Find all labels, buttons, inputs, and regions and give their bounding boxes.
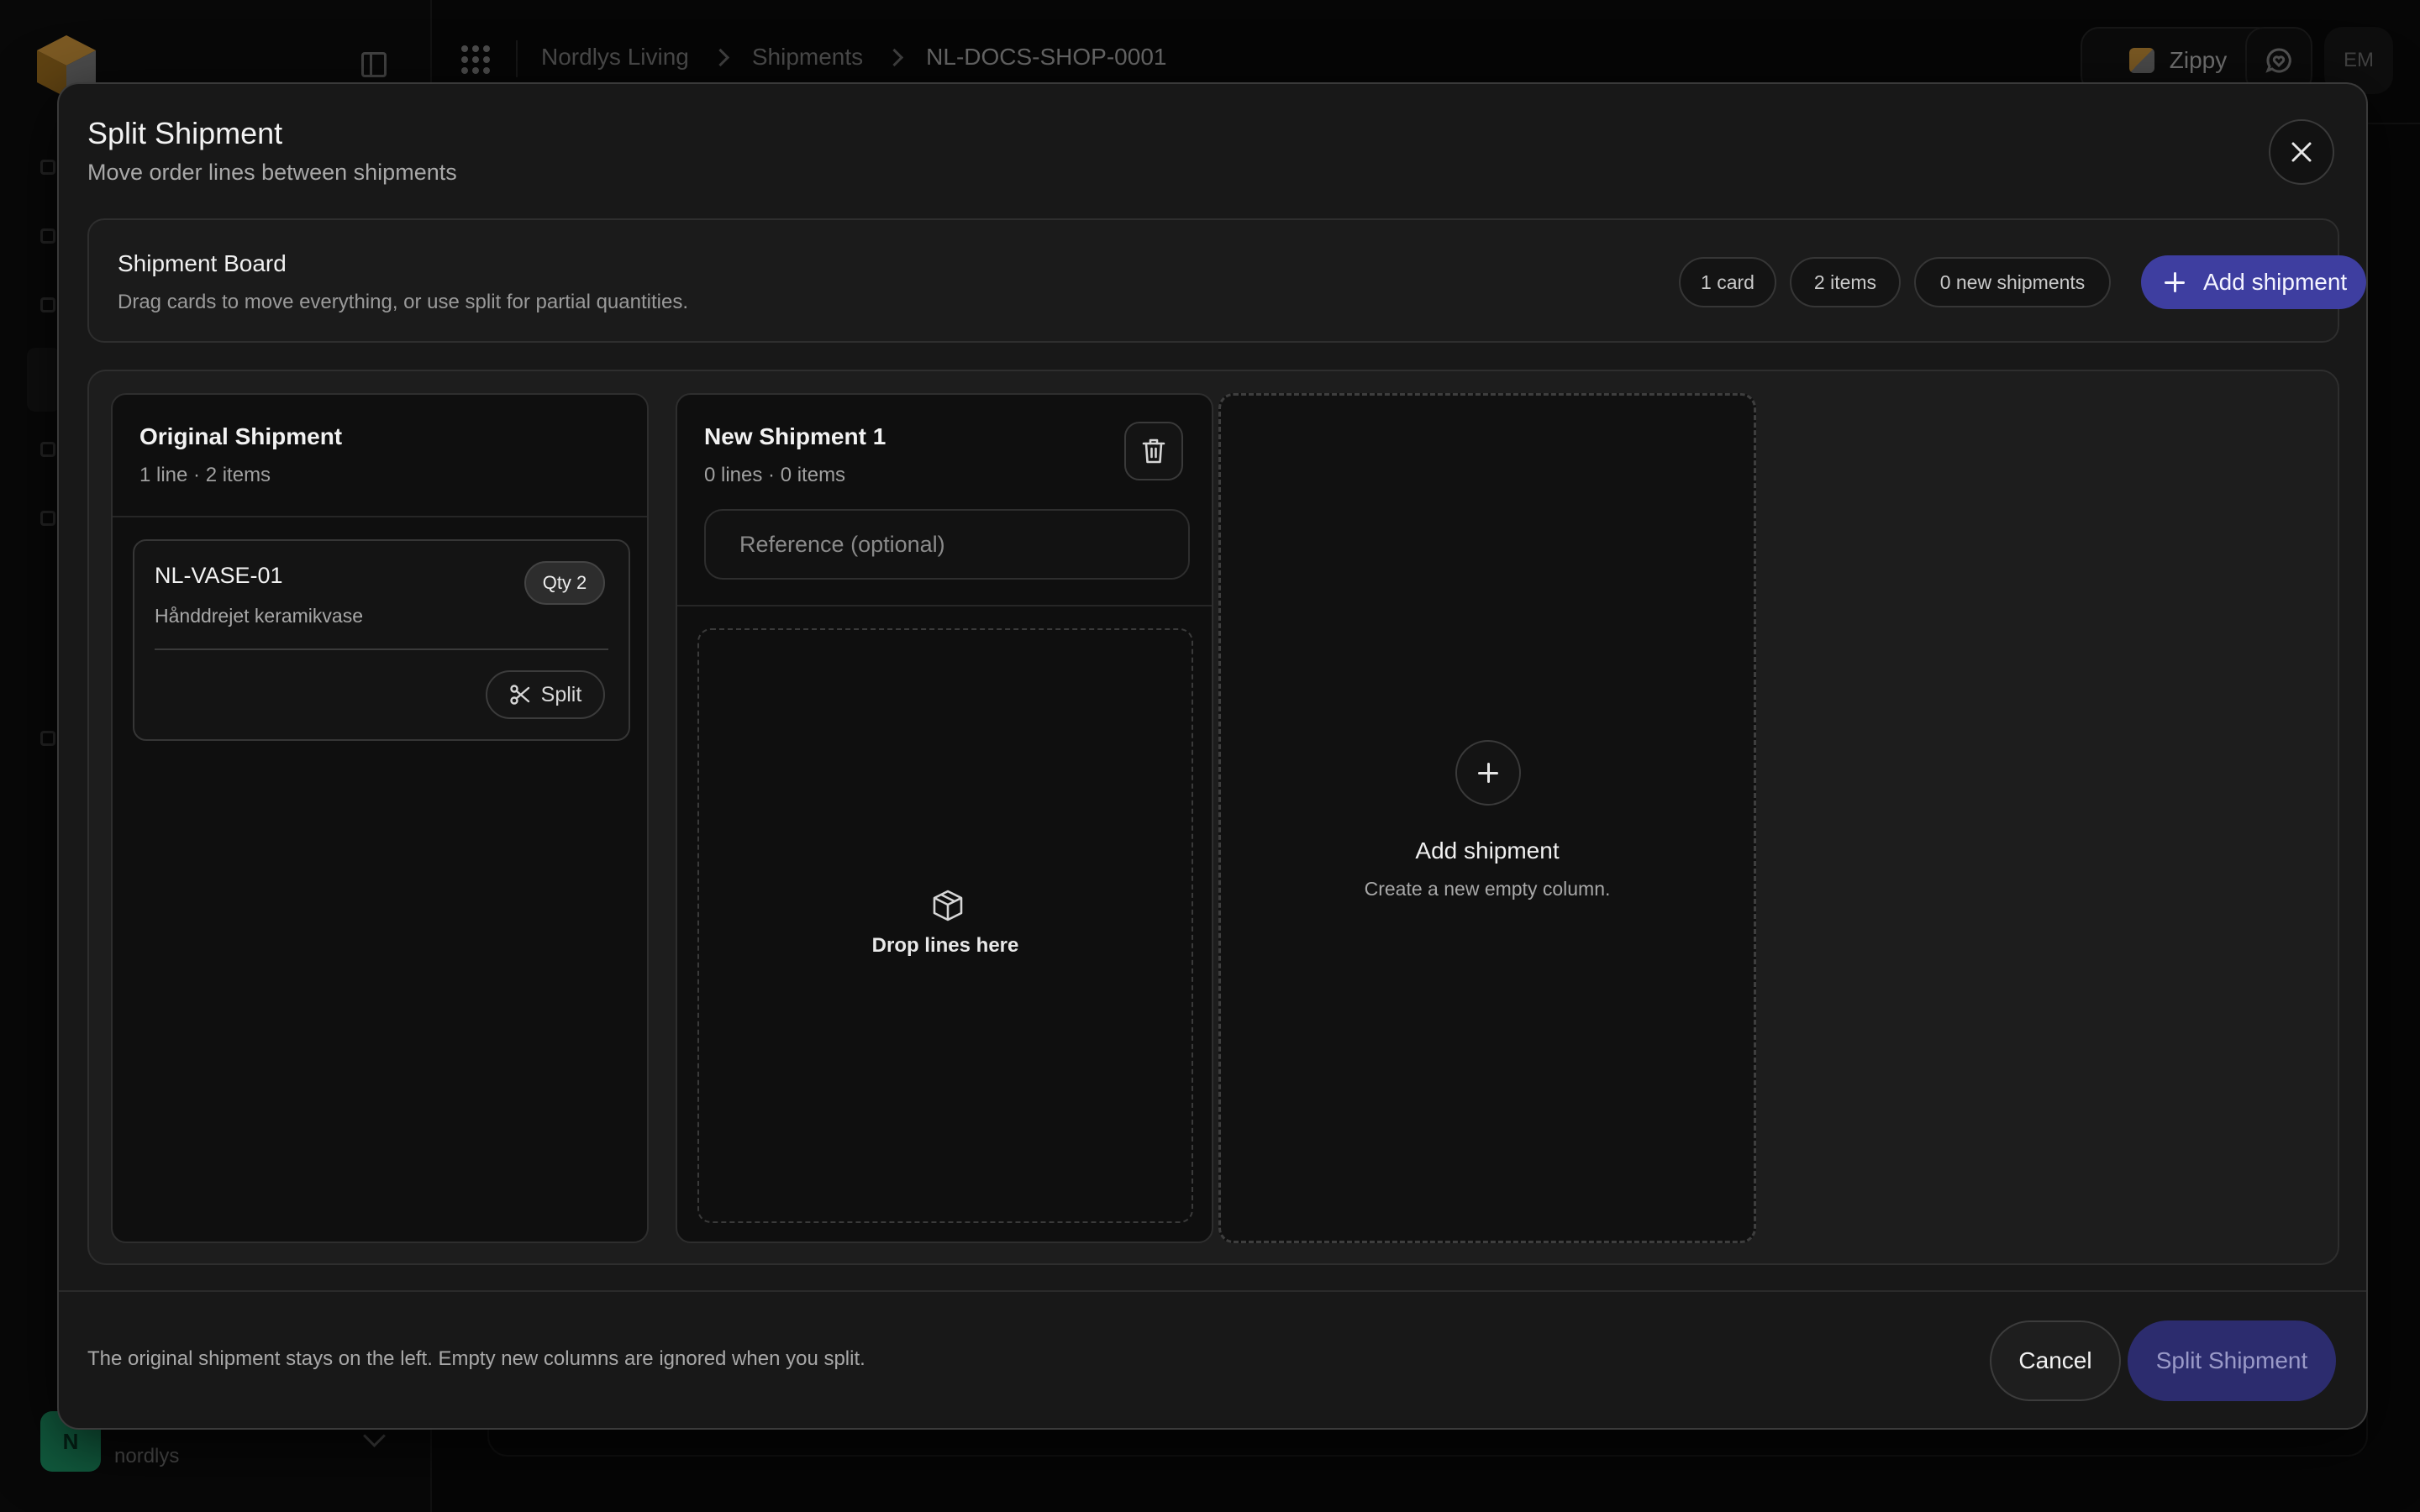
reference-input[interactable] <box>704 509 1190 580</box>
trash-icon <box>1142 438 1165 464</box>
scissors-icon <box>509 685 529 705</box>
shipment-board: Original Shipment 1 line · 2 items NL-VA… <box>87 370 2339 1265</box>
card-count-badge: 1 card <box>1679 257 1776 307</box>
board-title: Shipment Board <box>118 250 287 276</box>
line-sku: NL-VASE-01 <box>155 563 283 588</box>
plus-icon <box>2165 272 2185 292</box>
package-icon <box>933 890 963 921</box>
line-name: Hånddrejet keramikvase <box>155 605 364 627</box>
drop-zone-label: Drop lines here <box>871 934 1019 957</box>
order-line-card[interactable]: NL-VASE-01 Hånddrejet keramikvase Qty 2 … <box>133 539 630 741</box>
original-shipment-column: Original Shipment 1 line · 2 items NL-VA… <box>111 393 649 1243</box>
dialog-subtitle: Move order lines between shipments <box>87 160 457 185</box>
add-shipment-button[interactable]: Add shipment <box>2141 255 2366 309</box>
add-column-title: Add shipment <box>1415 837 1560 864</box>
column-title: New Shipment 1 <box>704 423 886 449</box>
qty-badge: Qty 2 <box>524 561 605 605</box>
add-shipment-label: Add shipment <box>2203 269 2348 295</box>
column-meta: 1 line · 2 items <box>139 464 271 486</box>
column-title: Original Shipment <box>139 423 343 449</box>
new-shipment-column: New Shipment 1 0 lines · 0 items Drop li… <box>676 393 1213 1243</box>
add-column-button[interactable] <box>1455 740 1521 806</box>
footer-note: The original shipment stays on the left.… <box>87 1347 865 1370</box>
plus-icon <box>1478 763 1498 783</box>
delete-shipment-button[interactable] <box>1124 422 1183 480</box>
new-shipments-badge: 0 new shipments <box>1914 257 2111 307</box>
add-shipment-column[interactable]: Add shipment Create a new empty column. <box>1218 393 1756 1243</box>
add-column-description: Create a new empty column. <box>1364 878 1611 900</box>
divider <box>155 648 608 650</box>
split-shipment-dialog: Split Shipment Move order lines between … <box>57 82 2368 1430</box>
item-count-badge: 2 items <box>1790 257 1901 307</box>
split-line-button[interactable]: Split <box>486 670 605 719</box>
split-label: Split <box>540 682 582 706</box>
column-meta: 0 lines · 0 items <box>704 464 846 486</box>
divider <box>59 1290 2366 1292</box>
divider <box>113 516 647 517</box>
dialog-title: Split Shipment <box>87 116 283 150</box>
board-description: Drag cards to move everything, or use sp… <box>118 291 688 313</box>
divider <box>677 605 1212 606</box>
drop-zone[interactable]: Drop lines here <box>697 628 1193 1223</box>
split-shipment-button[interactable]: Split Shipment <box>2128 1320 2336 1401</box>
board-header: Shipment Board Drag cards to move everyt… <box>87 218 2366 343</box>
close-button[interactable] <box>2269 119 2334 185</box>
close-icon <box>2291 142 2312 162</box>
cancel-button[interactable]: Cancel <box>1990 1320 2121 1401</box>
